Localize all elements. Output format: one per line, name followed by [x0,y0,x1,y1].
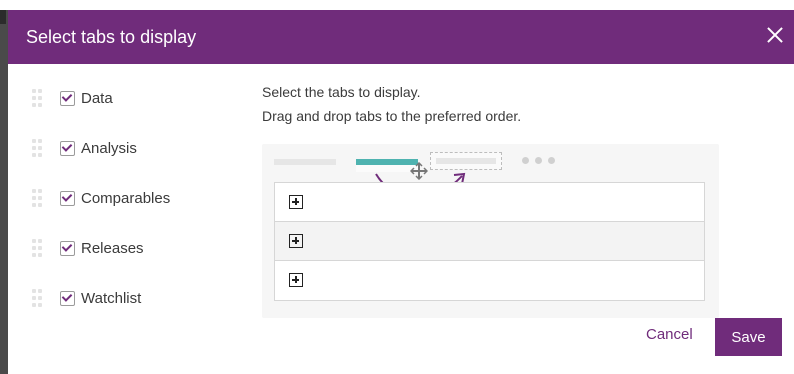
backdrop-corner [0,10,6,24]
drag-handle-icon[interactable] [32,289,42,307]
dialog-title: Select tabs to display [26,27,197,47]
close-icon[interactable] [762,22,788,48]
drag-handle-icon[interactable] [32,89,42,107]
tab-item-watchlist[interactable]: Watchlist [32,286,141,310]
tab-item-comparables[interactable]: Comparables [32,186,170,210]
reorder-illustration [262,144,719,318]
tab-item-releases[interactable]: Releases [32,236,144,260]
illustration-row [275,261,704,300]
illustration-row [275,222,704,261]
tab-item-data[interactable]: Data [32,86,113,110]
checkbox-watchlist[interactable] [60,290,75,306]
save-button[interactable]: Save [715,318,782,356]
illustration-dragged-tab [356,159,418,165]
tab-item-label: Comparables [81,189,171,207]
dialog-body: Data Analysis Comparables Releases Watch… [8,64,794,374]
illustration-tab [274,159,336,165]
checkbox-releases[interactable] [60,240,75,256]
instruction-text: Drag and drop tabs to the preferred orde… [262,108,522,124]
backdrop-edge [0,10,8,374]
illustration-grid [274,182,705,301]
plus-square-icon [289,273,303,287]
illustration-row [275,183,704,222]
plus-square-icon [289,234,303,248]
dialog-header: Select tabs to display [8,10,794,64]
move-cursor-icon [410,162,428,180]
more-dots-icon [522,157,555,164]
tab-item-label: Releases [81,239,144,257]
drag-handle-icon[interactable] [32,239,42,257]
checkbox-analysis[interactable] [60,140,75,156]
plus-square-icon [289,195,303,209]
tab-item-label: Data [81,89,113,107]
checkbox-comparables[interactable] [60,190,75,206]
tab-item-label: Analysis [81,139,137,157]
tab-item-label: Watchlist [81,289,142,307]
cancel-button[interactable]: Cancel [646,326,693,343]
instruction-text: Select the tabs to display. [262,84,421,100]
drag-handle-icon[interactable] [32,139,42,157]
tab-item-analysis[interactable]: Analysis [32,136,137,160]
dialog-frame: Select tabs to display Data Analysis Com… [0,0,794,374]
drag-handle-icon[interactable] [32,189,42,207]
checkbox-data[interactable] [60,90,75,106]
